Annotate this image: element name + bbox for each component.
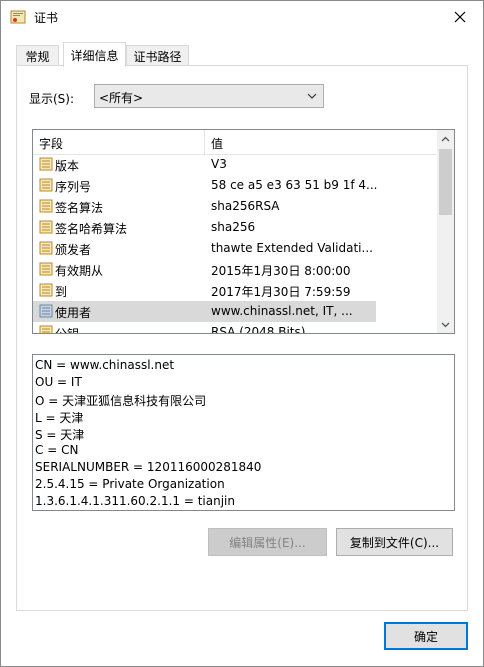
detail-line: SERIALNUMBER = 120116000281840	[35, 460, 262, 474]
tab-certification-path[interactable]: 证书路径	[126, 45, 189, 66]
list-item[interactable]: 版本 V3	[33, 154, 376, 175]
chevron-down-icon	[307, 93, 317, 99]
detail-line: L = 天津	[35, 411, 84, 425]
list-header: 字段 值	[33, 130, 436, 155]
detail-line: O = 天津亚狐信息科技有限公司	[35, 394, 207, 408]
detail-textbox[interactable]: CN = www.chinassl.net OU = IT O = 天津亚狐信息科技…	[32, 354, 455, 511]
field-name: 版本	[55, 159, 80, 173]
field-value: 58 ce a5 e3 63 51 b9 1f 4...	[211, 178, 378, 192]
tab-general[interactable]: 常规	[16, 45, 59, 66]
field-value: V3	[211, 157, 227, 171]
list-item[interactable]: 使用者 www.chinassl.net, IT, ...	[33, 301, 376, 322]
column-header-field[interactable]: 字段	[39, 135, 63, 152]
show-label: 显示(S):	[29, 92, 75, 106]
field-icon	[39, 178, 53, 192]
list-item[interactable]: 序列号 58 ce a5 e3 63 51 b9 1f 4...	[33, 175, 378, 196]
list-item[interactable]: 到 2017年1月30日 7:59:59	[33, 280, 376, 301]
detail-line: CN = www.chinassl.net	[35, 358, 175, 372]
list-item[interactable]: 签名哈希算法 sha256	[33, 217, 376, 238]
scroll-thumb[interactable]	[439, 149, 452, 215]
field-value: sha256	[211, 220, 256, 234]
list-item[interactable]: 公钥 RSA (2048 Bits)	[33, 322, 376, 334]
field-name: 使用者	[55, 306, 92, 320]
list-item[interactable]: 颁发者 thawte Extended Validati...	[33, 238, 376, 259]
field-name: 到	[55, 285, 68, 299]
field-name: 签名算法	[55, 201, 104, 215]
column-header-value[interactable]: 值	[211, 135, 223, 152]
field-name: 有效期从	[55, 264, 104, 278]
field-value: www.chinassl.net, IT, ...	[211, 304, 353, 318]
show-select-value: <所有>	[99, 91, 144, 105]
field-value: 2017年1月30日 7:59:59	[211, 285, 351, 299]
detail-line: 1.3.6.1.4.1.311.60.2.1.1 = tianjin	[35, 494, 235, 508]
field-value: RSA (2048 Bits)	[211, 325, 306, 334]
window-title: 证书	[34, 11, 59, 25]
close-icon	[454, 11, 466, 22]
copy-to-file-button[interactable]: 复制到文件(C)...	[336, 528, 453, 556]
detail-line: 2.5.4.15 = Private Organization	[35, 477, 225, 491]
show-select[interactable]: <所有>	[94, 84, 324, 108]
field-icon	[39, 262, 53, 276]
field-icon	[39, 220, 53, 234]
list-item[interactable]: 签名算法 sha256RSA	[33, 196, 376, 217]
detail-line: OU = IT	[35, 375, 82, 389]
field-value: sha256RSA	[211, 199, 280, 213]
field-name: 序列号	[55, 180, 92, 194]
title-bar: 证书	[1, 1, 483, 32]
list-item[interactable]: 有效期从 2015年1月30日 8:00:00	[33, 259, 376, 280]
close-button[interactable]	[437, 1, 483, 32]
detail-line: C = CN	[35, 443, 79, 457]
detail-line: S = 天津	[35, 428, 85, 442]
column-divider[interactable]	[204, 130, 205, 154]
field-value: thawte Extended Validati...	[211, 241, 373, 255]
edit-properties-button[interactable]: 编辑属性(E)...	[208, 528, 327, 556]
field-icon	[39, 241, 53, 255]
list-scrollbar[interactable]	[437, 130, 454, 333]
field-name: 颁发者	[55, 243, 92, 257]
field-value: 2015年1月30日 8:00:00	[211, 264, 351, 278]
field-name: 公钥	[55, 327, 80, 334]
field-icon	[39, 199, 53, 213]
field-icon	[39, 283, 53, 297]
field-name: 签名哈希算法	[55, 222, 128, 236]
tab-details[interactable]: 详细信息	[63, 42, 126, 67]
certificate-dialog: 证书 常规 详细信息 证书路径 显示(S): <所有> 字段 值 版本 V3 序列号…	[0, 0, 484, 667]
field-icon	[39, 325, 53, 333]
chevron-down-icon	[441, 322, 450, 327]
scroll-down-button[interactable]	[437, 316, 454, 333]
ok-button[interactable]: 确定	[384, 622, 468, 650]
certificate-icon	[10, 10, 26, 24]
field-icon	[39, 157, 53, 171]
scroll-up-button[interactable]	[437, 130, 454, 147]
field-icon	[39, 304, 53, 318]
chevron-up-icon	[441, 136, 450, 141]
fields-list[interactable]: 字段 值 版本 V3 序列号 58 ce a5 e3 63 51 b9 1f 4...…	[32, 129, 455, 334]
